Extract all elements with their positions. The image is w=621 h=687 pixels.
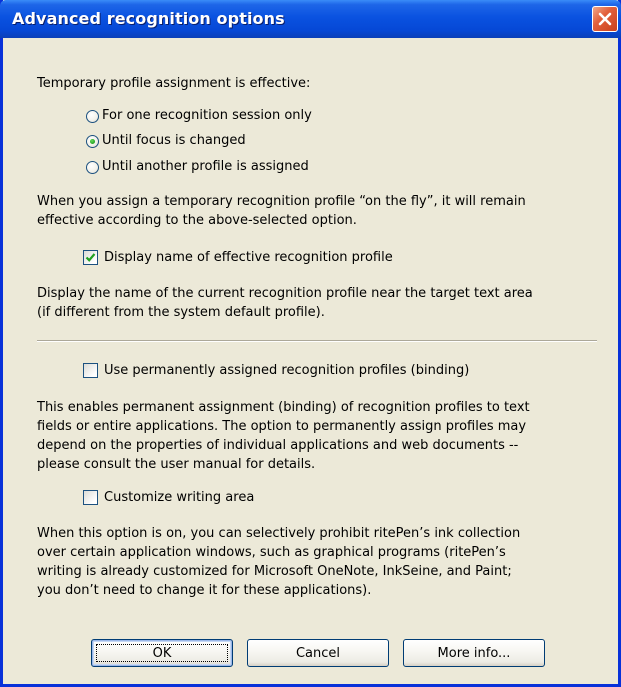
writing-area-description-line-3: writing is already customized for Micros… (37, 564, 512, 579)
display-name-description-line-1: Display the name of the current recognit… (37, 286, 533, 301)
section-divider (37, 340, 597, 342)
display-name-label[interactable]: Display name of effective recognition pr… (104, 249, 393, 267)
radio-session[interactable] (86, 110, 99, 123)
binding-description-line-1: This enables permanent assignment (bindi… (37, 400, 530, 415)
checkmark-icon (85, 253, 96, 262)
binding-description-line-3: depend on the properties of individual a… (37, 438, 519, 453)
ok-button[interactable]: OK (91, 639, 233, 667)
radio-another-label[interactable]: Until another profile is assigned (102, 158, 309, 176)
close-button[interactable] (592, 6, 618, 32)
assignment-description-line-1: When you assign a temporary recognition … (37, 194, 526, 209)
dialog-content: Temporary profile assignment is effectiv… (3, 38, 618, 684)
binding-description-line-2: fields or entire applications. The optio… (37, 419, 527, 434)
writing-area-label[interactable]: Customize writing area (104, 489, 254, 507)
radio-focus[interactable] (86, 135, 99, 148)
writing-area-description-line-1: When this option is on, you can selectiv… (37, 526, 521, 541)
writing-area-description-line-4: you don’t need to change it for these ap… (37, 583, 372, 598)
display-name-description-line-2: (if different from the system default pr… (37, 305, 325, 320)
writing-area-description-line-2: over certain application windows, such a… (37, 545, 506, 560)
radio-focus-label[interactable]: Until focus is changed (102, 132, 246, 150)
cancel-button-label: Cancel (295, 645, 341, 661)
more-info-button[interactable]: More info... (403, 639, 545, 667)
writing-area-checkbox[interactable] (83, 490, 98, 505)
radio-another[interactable] (86, 161, 99, 174)
binding-checkbox[interactable] (83, 363, 98, 378)
binding-label[interactable]: Use permanently assigned recognition pro… (104, 362, 469, 380)
dialog-window: Advanced recognition options Temporary p… (0, 0, 621, 687)
assignment-description-line-2: effective according to the above-selecte… (37, 213, 357, 228)
more-info-button-label: More info... (437, 645, 511, 661)
binding-description-line-4: please consult the user manual for detai… (37, 457, 316, 472)
title-bar[interactable]: Advanced recognition options (0, 0, 621, 38)
assignment-heading: Temporary profile assignment is effectiv… (37, 76, 311, 91)
window-title: Advanced recognition options (12, 9, 285, 28)
close-icon (598, 12, 612, 26)
focus-rectangle (96, 644, 228, 662)
radio-selected-dot (90, 139, 95, 144)
cancel-button[interactable]: Cancel (247, 639, 389, 667)
radio-session-label[interactable]: For one recognition session only (102, 107, 312, 125)
display-name-checkbox[interactable] (83, 250, 98, 265)
